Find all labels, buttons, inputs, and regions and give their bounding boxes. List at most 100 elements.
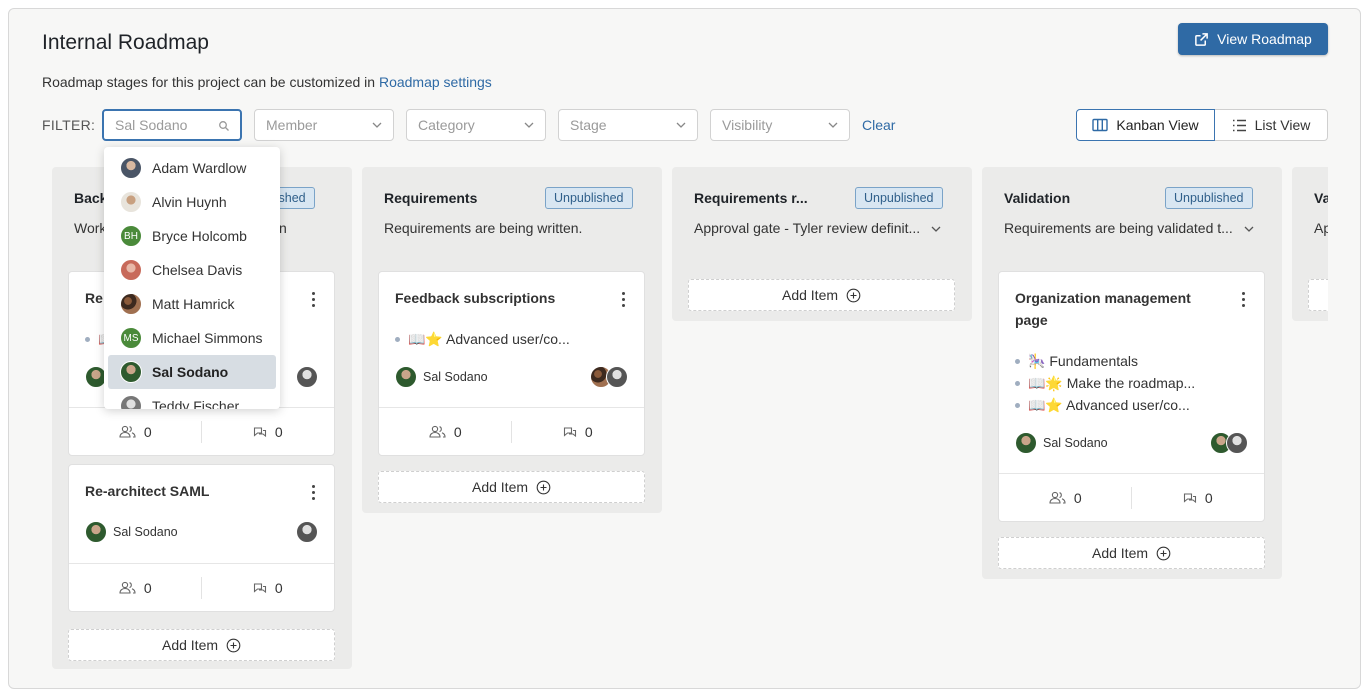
visibility-select[interactable]: Visibility: [710, 109, 850, 141]
member-option[interactable]: Matt Hamrick: [108, 287, 276, 321]
member-option[interactable]: Alvin Huynh: [108, 185, 276, 219]
avatar: [1015, 432, 1037, 454]
members-count: 0: [999, 474, 1132, 521]
avatar: [606, 366, 628, 388]
member-dropdown: Adam Wardlow Alvin Huynh BH Bryce Holcomb…: [104, 147, 280, 409]
assignee-avatars: [296, 366, 318, 388]
assignee-avatars: [1210, 432, 1248, 454]
assignee-avatars: [590, 366, 628, 388]
card-stats: 0 0: [999, 473, 1264, 521]
stage-select[interactable]: Stage: [558, 109, 698, 141]
member-option[interactable]: MS Michael Simmons: [108, 321, 276, 355]
assignee-avatars: [296, 521, 318, 543]
member-search-input[interactable]: Sal Sodano: [102, 109, 242, 141]
add-item-button[interactable]: Add Item: [688, 279, 955, 311]
comments-icon: [253, 426, 266, 437]
filter-label: FILTER:: [42, 117, 96, 133]
chevron-down-icon: [676, 122, 686, 128]
list-icon: [1232, 119, 1246, 131]
members-count: 0: [379, 408, 512, 455]
avatar: [120, 395, 142, 409]
comments-count: 0: [1132, 474, 1265, 521]
roadmap-card[interactable]: Re-architect SAML Sal Sodano 0 0: [68, 464, 335, 612]
search-placeholder: Sal Sodano: [115, 117, 188, 133]
visibility-select-label: Visibility: [722, 117, 773, 133]
card-stats: 0 0: [379, 407, 644, 455]
view-roadmap-button[interactable]: View Roadmap: [1178, 23, 1328, 55]
avatar: [296, 366, 318, 388]
chevron-down-icon[interactable]: [930, 223, 942, 235]
comments-icon: [563, 426, 576, 437]
add-item-button[interactable]: [1308, 279, 1328, 311]
member-option[interactable]: Chelsea Davis: [108, 253, 276, 287]
card-owner: Sal Sodano: [395, 366, 488, 388]
more-options-icon[interactable]: [312, 485, 316, 503]
search-icon: [219, 121, 229, 131]
member-option[interactable]: Teddy Fischer: [108, 389, 276, 409]
users-icon: [119, 425, 136, 438]
list-view-button[interactable]: List View: [1215, 109, 1328, 141]
avatar: [1226, 432, 1248, 454]
plus-circle-icon: [226, 638, 241, 652]
members-count: 0: [69, 564, 202, 611]
chevron-down-icon: [524, 122, 534, 128]
clear-filters-link[interactable]: Clear: [862, 117, 895, 133]
page-subtitle: Roadmap stages for this project can be c…: [42, 74, 492, 90]
member-select-label: Member: [266, 117, 318, 133]
feature-item: 📖⭐ Advanced user/co...: [1015, 394, 1195, 416]
member-select[interactable]: Member: [254, 109, 394, 141]
kanban-view-button[interactable]: Kanban View: [1076, 109, 1215, 141]
external-link-icon: [1195, 32, 1209, 46]
visibility-badge: Unpublished: [545, 187, 633, 209]
column-description: Approval gate - Tyler review definit...: [694, 220, 942, 236]
comments-icon: [253, 582, 266, 593]
roadmap-card[interactable]: Organization management page 🎠 Fundament…: [998, 271, 1265, 522]
member-option-selected[interactable]: Sal Sodano: [108, 355, 276, 389]
card-title: Feedback subscriptions: [395, 290, 556, 306]
roadmap-card[interactable]: Feedback subscriptions 📖⭐ Advanced user/…: [378, 271, 645, 456]
card-owner: Sal Sodano: [1015, 432, 1108, 454]
roadmap-panel: Internal Roadmap View Roadmap Roadmap st…: [8, 8, 1361, 689]
more-options-icon[interactable]: [312, 292, 316, 310]
column-validation: Validation Unpublished Requirements are …: [982, 167, 1282, 579]
column-requirements-review: Requirements r... Unpublished Approval g…: [672, 167, 972, 321]
comments-count: 0: [202, 408, 335, 455]
members-count: 0: [69, 408, 202, 455]
column-title: Va: [1314, 190, 1328, 206]
category-select[interactable]: Category: [406, 109, 546, 141]
users-icon: [119, 581, 136, 594]
users-icon: [429, 425, 446, 438]
plus-circle-icon: [846, 288, 861, 302]
stage-select-label: Stage: [570, 117, 607, 133]
comments-count: 0: [202, 564, 335, 611]
category-select-label: Category: [418, 117, 475, 133]
chevron-down-icon: [828, 122, 838, 128]
feature-item: 🎠 Fundamentals: [1015, 350, 1195, 372]
column-title: Validation: [1004, 190, 1071, 206]
columns-icon: [1092, 118, 1109, 132]
avatar: [120, 259, 142, 281]
column-title: Requirements: [384, 190, 478, 206]
chevron-down-icon[interactable]: [1243, 223, 1255, 235]
more-options-icon[interactable]: [622, 292, 626, 310]
more-options-icon[interactable]: [1242, 292, 1246, 310]
add-item-button[interactable]: Add Item: [378, 471, 645, 503]
column-title: Requirements r...: [694, 190, 808, 206]
list-view-label: List View: [1254, 117, 1311, 133]
card-owner: Sal Sodano: [85, 521, 178, 543]
avatar: [296, 521, 318, 543]
feature-item: 📖⭐ Advanced user/co...: [395, 328, 570, 350]
member-option[interactable]: BH Bryce Holcomb: [108, 219, 276, 253]
add-item-button[interactable]: Add Item: [998, 537, 1265, 569]
column-description: Work n: [74, 220, 287, 236]
avatar: [85, 521, 107, 543]
view-roadmap-label: View Roadmap: [1217, 31, 1312, 47]
member-option[interactable]: Adam Wardlow: [108, 151, 276, 185]
add-item-button[interactable]: Add Item: [68, 629, 335, 661]
kanban-view-label: Kanban View: [1116, 117, 1199, 133]
plus-circle-icon: [1156, 546, 1171, 560]
column-title: Back: [74, 190, 108, 206]
feature-item: 📖🌟 Make the roadmap...: [1015, 372, 1195, 394]
roadmap-settings-link[interactable]: Roadmap settings: [379, 74, 492, 90]
card-title: Re-architect SAML: [85, 483, 210, 499]
